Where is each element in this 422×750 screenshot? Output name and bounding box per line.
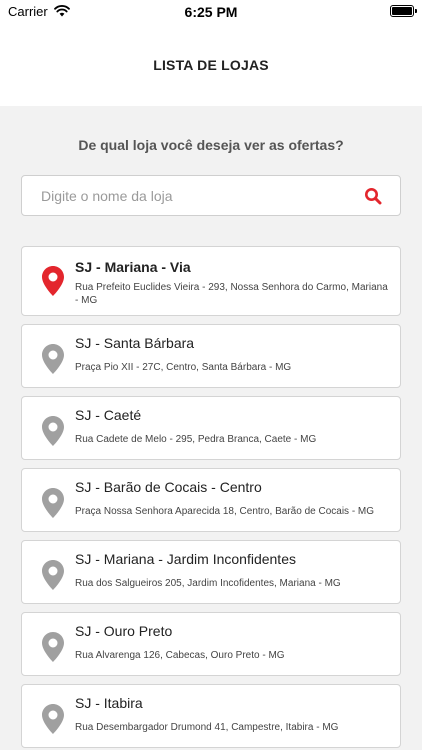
search-box bbox=[21, 175, 401, 216]
map-pin-icon bbox=[42, 266, 64, 296]
map-pin-icon bbox=[42, 560, 64, 590]
store-list: SJ - Mariana - Via Rua Prefeito Euclides… bbox=[21, 246, 401, 750]
store-name: SJ - Mariana - Jardim Inconfidentes bbox=[75, 551, 296, 567]
store-name: SJ - Caeté bbox=[75, 407, 142, 423]
map-pin-icon bbox=[42, 344, 64, 374]
store-name: SJ - Santa Bárbara bbox=[75, 335, 195, 351]
store-address: Rua Alvarenga 126, Cabecas, Ouro Preto -… bbox=[75, 650, 285, 661]
store-name: SJ - Mariana - Via bbox=[75, 259, 191, 275]
store-address: Rua Prefeito Euclides Vieira - 293, Noss… bbox=[75, 282, 388, 306]
store-name: SJ - Barão de Cocais - Centro bbox=[75, 479, 262, 495]
status-time: 6:25 PM bbox=[184, 4, 238, 20]
page-title: LISTA DE LOJAS bbox=[153, 57, 269, 73]
status-bar: Carrier 6:25 PM bbox=[0, 0, 422, 24]
map-pin-icon bbox=[42, 488, 64, 518]
store-address: Rua dos Salgueiros 205, Jardim Incofiden… bbox=[75, 578, 341, 589]
map-pin-icon bbox=[42, 632, 64, 662]
store-item[interactable]: SJ - Ouro Preto Rua Alvarenga 126, Cabec… bbox=[21, 612, 401, 676]
store-item[interactable]: SJ - Itabira Rua Desembargador Drumond 4… bbox=[21, 684, 401, 748]
store-item[interactable]: SJ - Santa Bárbara Praça Pio XII - 27C, … bbox=[21, 324, 401, 388]
search-input[interactable] bbox=[22, 176, 352, 215]
navigation-bar: LISTA DE LOJAS bbox=[0, 24, 422, 106]
map-pin-icon bbox=[42, 704, 64, 734]
store-name: SJ - Ouro Preto bbox=[75, 623, 173, 639]
store-question: De qual loja você deseja ver as ofertas? bbox=[78, 137, 344, 153]
store-address: Rua Desembargador Drumond 41, Campestre,… bbox=[75, 722, 339, 733]
store-item[interactable]: SJ - Caeté Rua Cadete de Melo - 295, Ped… bbox=[21, 396, 401, 460]
battery-icon bbox=[390, 5, 417, 17]
store-address: Praça Pio XII - 27C, Centro, Santa Bárba… bbox=[75, 362, 292, 373]
search-icon[interactable] bbox=[364, 187, 382, 205]
store-item[interactable]: SJ - Mariana - Jardim Inconfidentes Rua … bbox=[21, 540, 401, 604]
store-name: SJ - Itabira bbox=[75, 695, 143, 711]
store-address: Praça Nossa Senhora Aparecida 18, Centro… bbox=[75, 506, 375, 517]
store-address: Rua Cadete de Melo - 295, Pedra Branca, … bbox=[75, 434, 317, 445]
store-item[interactable]: SJ - Barão de Cocais - Centro Praça Noss… bbox=[21, 468, 401, 532]
store-item[interactable]: SJ - Mariana - Via Rua Prefeito Euclides… bbox=[21, 246, 401, 316]
map-pin-icon bbox=[42, 416, 64, 446]
